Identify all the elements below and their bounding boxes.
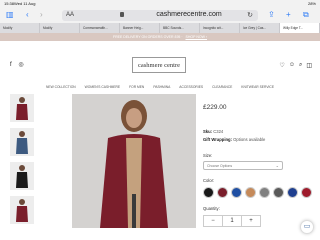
- nav-for-men[interactable]: FOR MEN: [129, 85, 144, 91]
- tab-item[interactable]: Modify: [40, 23, 80, 33]
- status-date: Wed 11 Aug: [14, 1, 36, 6]
- quantity-stepper: − 1 +: [203, 215, 261, 227]
- main-product-image[interactable]: [72, 94, 196, 228]
- browser-toolbar: ▥ ‹ › AA cashmerecentre.com ↻ ⇪ + ⧉: [0, 7, 320, 23]
- quantity-input[interactable]: 1: [222, 216, 242, 226]
- facebook-icon[interactable]: f: [10, 62, 12, 68]
- color-swatch-grey[interactable]: [259, 187, 270, 198]
- gift-label: Gift Wrapping:: [203, 137, 232, 142]
- nav-pashmina[interactable]: PASHMINA: [153, 85, 170, 91]
- sku-label: Sku:: [203, 129, 213, 134]
- tab-item[interactable]: Ice Grey | Cas...: [240, 23, 280, 33]
- nav-new-collection[interactable]: NEW COLLECTION: [46, 85, 76, 91]
- sku-value: C324: [213, 129, 224, 134]
- tab-item[interactable]: Commonwealth...: [80, 23, 120, 33]
- wishlist-icon[interactable]: ♡: [279, 62, 284, 69]
- thumbnail-image[interactable]: [10, 94, 34, 122]
- size-select[interactable]: Choose Options ⌄: [203, 161, 283, 170]
- url-text: cashmerecentre.com: [156, 11, 222, 18]
- battery-level: 28%: [307, 1, 316, 6]
- site-header: f ◎ cashmere centre ♡ ☺ ⌕ ◫: [0, 41, 320, 79]
- header-icons: ♡ ☺ ⌕ ◫: [279, 62, 312, 69]
- nav-knitwear-service[interactable]: KNITWEAR SERVICE: [241, 85, 274, 91]
- search-icon[interactable]: ⌕: [299, 62, 302, 69]
- thumbnail-gallery: [10, 94, 34, 230]
- tabs-overview-icon[interactable]: ⧉: [303, 10, 309, 20]
- sidebar-icon[interactable]: ▥: [6, 10, 14, 20]
- tab-item[interactable]: Incognito wit...: [200, 23, 240, 33]
- cart-icon[interactable]: ◫: [306, 62, 312, 69]
- promo-shop-link[interactable]: SHOP NOW ›: [185, 35, 207, 39]
- promo-banner: FREE DELIVERY ON ORDERS OVER £95 · SHOP …: [0, 33, 320, 41]
- size-label: Size:: [203, 153, 213, 158]
- tab-strip: Modify Modify Commonwealth... Banner Hei…: [0, 23, 320, 33]
- gift-value: Options available: [233, 137, 266, 142]
- nav-womens-cashmere[interactable]: WOMEN'S CASHMERE: [85, 85, 120, 91]
- color-label: Color:: [203, 178, 215, 183]
- account-icon[interactable]: ☺: [289, 62, 295, 69]
- site-logo[interactable]: cashmere centre: [132, 57, 186, 73]
- nav-accessories[interactable]: ACCESSORIES: [179, 85, 203, 91]
- color-swatch-wine[interactable]: [217, 187, 228, 198]
- status-time: 15:38: [4, 1, 15, 6]
- tab-item[interactable]: BBC Sounds...: [160, 23, 200, 33]
- tab-item-active[interactable]: Willy Edge T...: [280, 23, 320, 33]
- instagram-icon[interactable]: ◎: [18, 62, 23, 68]
- product-info: £229.00 Sku: C324 Gift Wrapping: Options…: [203, 94, 313, 227]
- color-swatches: [203, 187, 313, 198]
- refresh-icon[interactable]: ↻: [247, 11, 253, 19]
- chevron-down-icon: ⌄: [275, 163, 279, 168]
- thumbnail-image[interactable]: [10, 128, 34, 156]
- tab-item[interactable]: Banner Heig...: [120, 23, 160, 33]
- color-swatch-navy[interactable]: [287, 187, 298, 198]
- status-bar: 15:38 Wed 11 Aug 28%: [0, 0, 320, 7]
- size-select-value: Choose Options: [207, 164, 233, 168]
- thumbnail-image[interactable]: [10, 196, 34, 224]
- quantity-label: Quantity:: [203, 206, 220, 211]
- product-sku: Sku: C324: [203, 129, 313, 134]
- reader-aa-button[interactable]: AA: [66, 12, 74, 18]
- main-nav: NEW COLLECTION WOMEN'S CASHMERE FOR MEN …: [0, 79, 320, 91]
- nav-clearance[interactable]: CLEARANCE: [212, 85, 232, 91]
- color-swatch-red[interactable]: [301, 187, 312, 198]
- tab-item[interactable]: Modify: [0, 23, 40, 33]
- promo-text: FREE DELIVERY ON ORDERS OVER £95 ·: [112, 35, 183, 39]
- address-bar[interactable]: AA cashmerecentre.com ↻: [62, 10, 258, 21]
- back-icon[interactable]: ‹: [26, 10, 29, 20]
- social-links: f ◎: [10, 61, 24, 68]
- color-swatch-blue[interactable]: [231, 187, 242, 198]
- thumbnail-image[interactable]: [10, 162, 34, 190]
- quantity-increase-button[interactable]: +: [242, 216, 260, 226]
- product-price: £229.00: [203, 104, 227, 111]
- chat-icon[interactable]: ▭: [300, 220, 314, 234]
- forward-icon[interactable]: ›: [40, 10, 43, 20]
- share-icon[interactable]: ⇪: [268, 10, 275, 20]
- gift-wrapping: Gift Wrapping: Options available: [203, 137, 313, 142]
- color-swatch-black[interactable]: [203, 187, 214, 198]
- color-swatch-camel[interactable]: [245, 187, 256, 198]
- quantity-decrease-button[interactable]: −: [204, 216, 222, 226]
- color-swatch-charcoal[interactable]: [273, 187, 284, 198]
- new-tab-icon[interactable]: +: [286, 10, 291, 20]
